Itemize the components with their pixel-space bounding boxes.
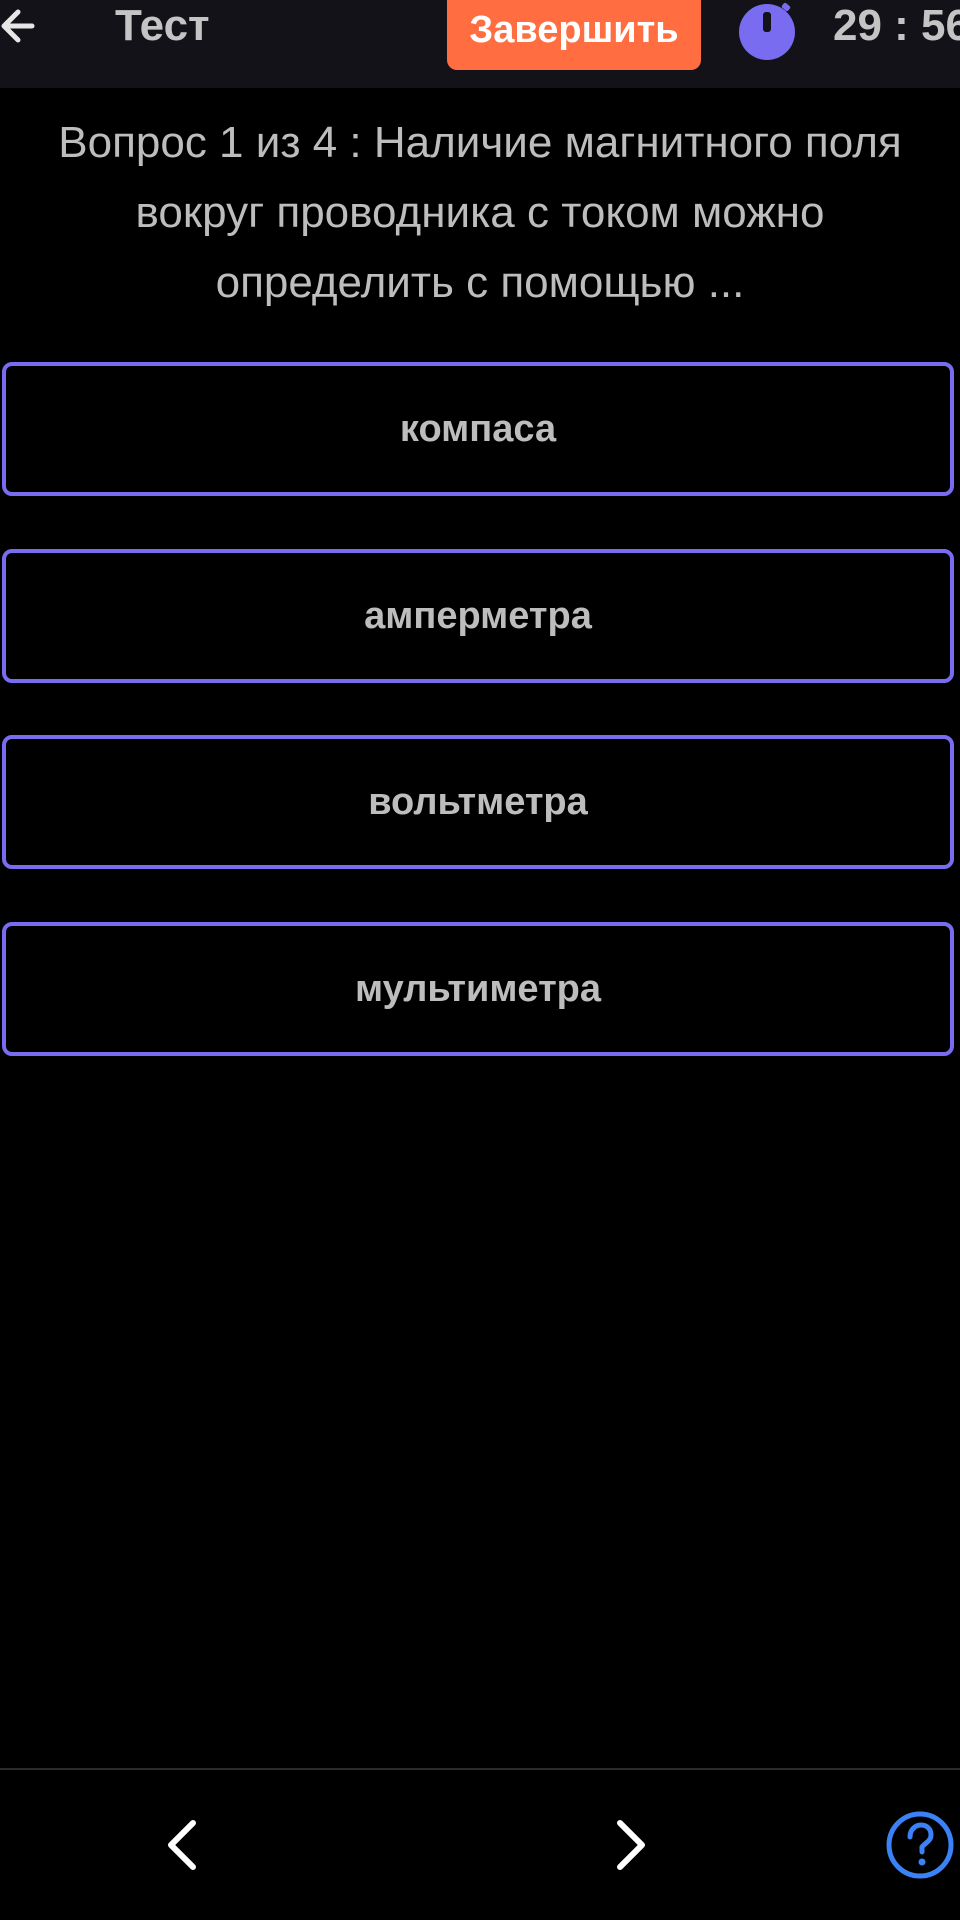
finish-button[interactable]: Завершить — [447, 0, 701, 70]
question-line: вокруг проводника с током можно — [135, 188, 825, 237]
question-circle-icon — [886, 1811, 954, 1879]
stopwatch-icon — [737, 0, 797, 62]
answer-option[interactable]: амперметра — [2, 549, 954, 683]
question-text: Вопрос 1 из 4 : Наличие магнитного поля … — [0, 108, 960, 318]
chevron-right-icon — [617, 1820, 645, 1870]
page-title: Тест — [115, 1, 210, 50]
help-button[interactable] — [885, 1810, 955, 1880]
answer-option[interactable]: вольтметра — [2, 735, 954, 869]
chevron-left-icon — [168, 1820, 196, 1870]
back-button[interactable] — [0, 0, 40, 52]
top-app-bar: Тест Завершить 29 : 56 — [0, 0, 960, 88]
question-line: Вопрос 1 из 4 : Наличие магнитного поля — [58, 118, 902, 167]
answer-option[interactable]: мультиметра — [2, 922, 954, 1056]
answer-option[interactable]: компаса — [2, 362, 954, 496]
footer-divider — [0, 1768, 960, 1770]
next-question-button[interactable] — [602, 1815, 658, 1875]
previous-question-button[interactable] — [155, 1815, 211, 1875]
question-line: определить с помощью ... — [215, 258, 745, 307]
timer-readout: 29 : 56 — [833, 1, 960, 50]
arrow-left-icon — [1, 9, 35, 43]
